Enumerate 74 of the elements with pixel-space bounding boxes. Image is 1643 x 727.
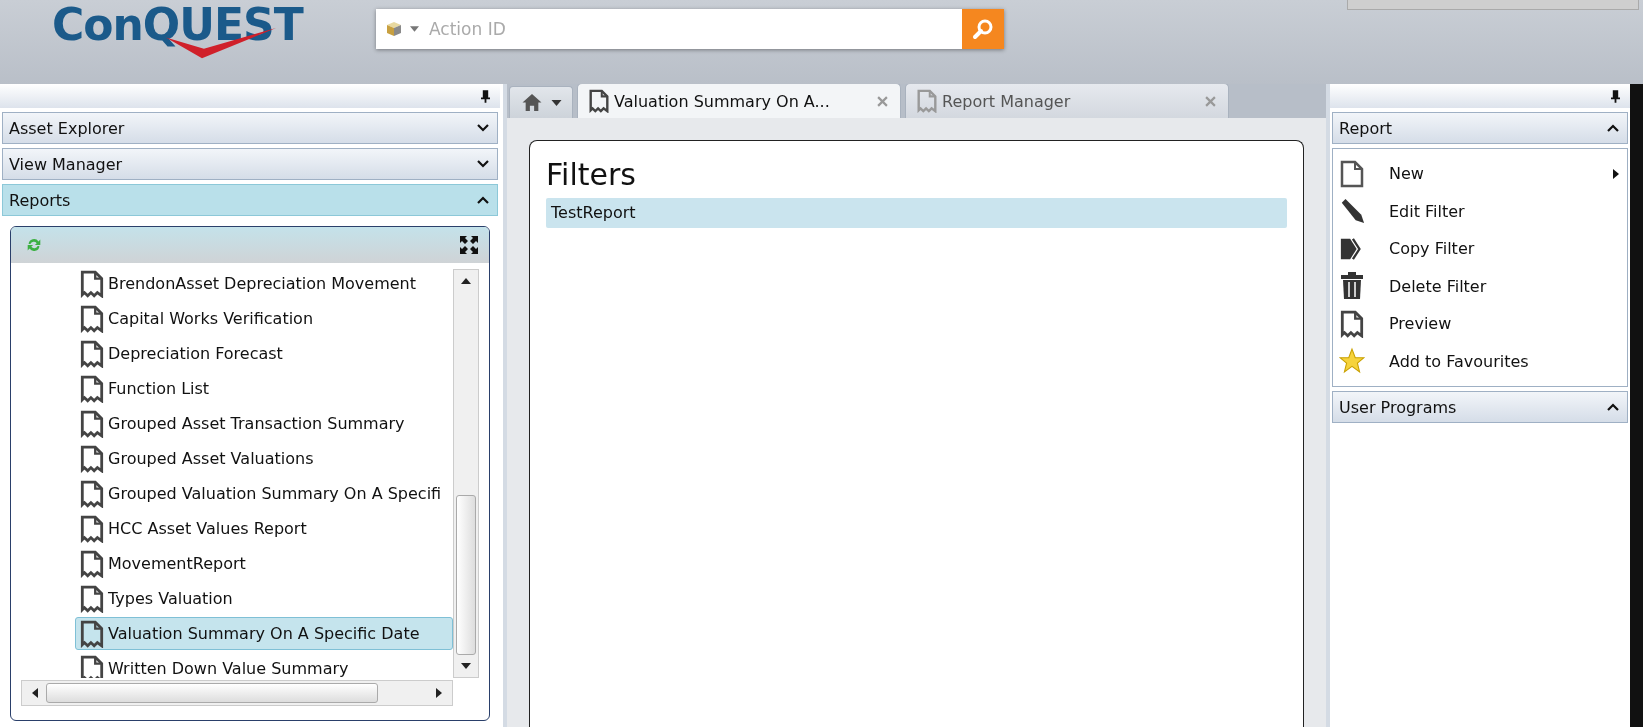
pencil-icon: [1339, 197, 1365, 226]
accordion-header[interactable]: View Manager: [2, 148, 498, 180]
caret-icon: [550, 99, 562, 106]
logo: ConQUEST: [52, 0, 312, 60]
chevron-up-icon: [477, 196, 489, 204]
expand-icon[interactable]: [459, 235, 479, 255]
report-icon: [80, 514, 104, 543]
menu-item[interactable]: Delete Filter: [1333, 267, 1627, 305]
submenu-arrow-icon: [1613, 168, 1619, 179]
report-icon: [80, 549, 104, 578]
pin-icon[interactable]: [481, 89, 490, 103]
scroll-thumb[interactable]: [46, 683, 378, 703]
chevron-down-icon: [477, 160, 489, 168]
report-icon: [80, 619, 104, 648]
menu-item[interactable]: Copy Filter: [1333, 230, 1627, 268]
report-item[interactable]: Function List: [75, 372, 453, 405]
cube-icon[interactable]: [384, 19, 404, 39]
report-item[interactable]: Capital Works Verification: [75, 302, 453, 335]
menu-item[interactable]: New: [1333, 155, 1627, 193]
report-item[interactable]: HCC Asset Values Report: [75, 512, 453, 545]
star-icon: [1339, 347, 1365, 376]
report-item[interactable]: Grouped Asset Transaction Summary: [75, 407, 453, 440]
report-icon: [80, 339, 104, 368]
filters-title: Filters: [546, 157, 637, 192]
report-item[interactable]: Written Down Value Summary: [75, 652, 453, 678]
report-icon: [80, 444, 104, 473]
accordion-header[interactable]: User Programs: [1332, 391, 1628, 423]
search-icon: [971, 17, 995, 41]
search-field[interactable]: Action ID: [376, 9, 1004, 49]
report-icon: [1339, 309, 1365, 338]
caret-icon[interactable]: [410, 26, 419, 32]
scroll-left-icon[interactable]: [32, 688, 38, 698]
menu-item[interactable]: Edit Filter: [1333, 192, 1627, 230]
search-input[interactable]: Action ID: [427, 18, 962, 40]
tab[interactable]: Valuation Summary On A...: [577, 83, 901, 118]
accordion-header[interactable]: Asset Explorer: [2, 112, 498, 144]
report-icon: [80, 304, 104, 333]
report-icon: [80, 479, 104, 508]
report-item[interactable]: BrendonAsset Depreciation Movement: [75, 267, 453, 300]
chevron-down-icon: [477, 124, 489, 132]
trash-icon: [1339, 272, 1365, 301]
scroll-thumb[interactable]: [456, 495, 476, 655]
report-icon: [916, 89, 938, 113]
accordion-header[interactable]: Report: [1332, 112, 1628, 144]
report-item[interactable]: Depreciation Forecast: [75, 337, 453, 370]
report-item[interactable]: MovementReport: [75, 547, 453, 580]
chevron-up-icon: [1607, 124, 1619, 132]
report-item[interactable]: Valuation Summary On A Specific Date: [75, 617, 453, 650]
home-icon: [520, 93, 543, 112]
menu-item[interactable]: Preview: [1333, 305, 1627, 343]
tab[interactable]: Report Manager: [905, 83, 1229, 118]
accordion-header[interactable]: Reports: [2, 184, 498, 216]
report-item[interactable]: Types Valuation: [75, 582, 453, 615]
home-tab[interactable]: [509, 86, 573, 118]
report-item[interactable]: Grouped Asset Valuations: [75, 442, 453, 475]
page-icon: [1339, 159, 1365, 188]
search-button[interactable]: [962, 9, 1004, 49]
report-icon: [80, 584, 104, 613]
report-icon: [80, 409, 104, 438]
menu-item[interactable]: Add to Favourites: [1333, 342, 1627, 380]
report-icon: [80, 654, 104, 678]
report-item[interactable]: Grouped Valuation Summary On A Specifi: [75, 477, 453, 510]
scroll-up-icon[interactable]: [461, 278, 471, 284]
report-icon: [80, 269, 104, 298]
chevron-up-icon: [1607, 403, 1619, 411]
close-icon[interactable]: [877, 95, 888, 107]
scroll-down-icon[interactable]: [461, 663, 471, 669]
horizontal-scrollbar[interactable]: [21, 680, 453, 706]
report-icon: [588, 89, 610, 113]
scroll-right-icon[interactable]: [436, 688, 442, 698]
vertical-scrollbar[interactable]: [453, 269, 479, 678]
filter-row[interactable]: TestReport: [546, 198, 1287, 228]
pin-icon[interactable]: [1611, 89, 1620, 103]
report-icon: [80, 374, 104, 403]
